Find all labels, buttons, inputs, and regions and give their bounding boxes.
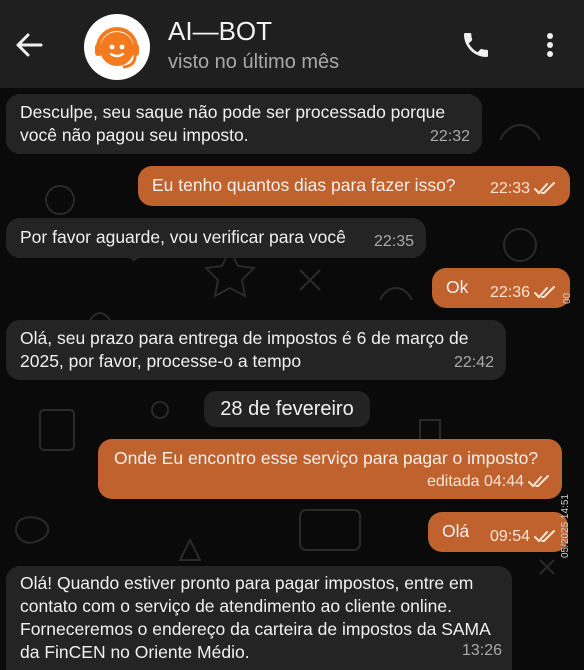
message-text: Por favor aguarde, vou verificar para vo…: [20, 227, 346, 247]
side-timestamp: 05/2025 14:51: [560, 494, 571, 558]
double-check-icon: [534, 285, 555, 299]
arrow-left-icon[interactable]: [14, 30, 44, 60]
message-time-value: 04:44: [483, 473, 524, 490]
message-text: Desculpe, seu saque não pode ser process…: [20, 102, 446, 145]
side-stamp-small: 00: [562, 292, 573, 304]
message-text: Olá! Quando estiver pronto para pagar im…: [20, 573, 490, 662]
phone-icon[interactable]: [460, 29, 492, 61]
message-bubble[interactable]: Ok 22:36: [432, 268, 570, 308]
message-time: 09:54: [490, 525, 558, 548]
message-time: 22:42: [453, 354, 494, 371]
message-text: Eu tenho quantos dias para fazer isso?: [152, 175, 456, 195]
chat-header: AI—BOT visto no último mês: [0, 0, 584, 88]
headset-bot-icon: [95, 27, 139, 69]
message-text: Olá: [442, 521, 470, 541]
contact-name[interactable]: AI—BOT: [168, 16, 272, 47]
edited-label: editada: [427, 473, 480, 490]
more-vertical-icon[interactable]: [536, 29, 564, 61]
message-time: 22:33: [490, 177, 558, 200]
message-text: Onde Eu encontro esse serviço para pagar…: [114, 448, 539, 468]
message-text: Ok: [446, 277, 469, 297]
double-check-icon: [534, 529, 555, 543]
message-bubble[interactable]: Onde Eu encontro esse serviço para pagar…: [98, 439, 562, 499]
date-separator: 28 de fevereiro: [204, 391, 370, 427]
message-time-value: 22:36: [489, 284, 530, 301]
message-time: 22:36: [490, 281, 558, 304]
message-time: 13:26: [461, 642, 502, 659]
message-time: editada 04:44: [427, 470, 552, 493]
double-check-icon: [534, 181, 555, 195]
message-bubble[interactable]: Olá! Quando estiver pronto para pagar im…: [6, 566, 512, 670]
avatar[interactable]: [84, 14, 150, 80]
message-bubble[interactable]: Olá, seu prazo para entrega de impostos …: [6, 320, 506, 380]
double-check-icon: [528, 474, 549, 488]
message-bubble[interactable]: Olá 09:54: [428, 512, 568, 552]
message-time-value: 22:33: [489, 180, 530, 197]
message-bubble[interactable]: Desculpe, seu saque não pode ser process…: [6, 94, 482, 154]
message-bubble[interactable]: Por favor aguarde, vou verificar para vo…: [6, 218, 426, 258]
message-bubble[interactable]: Eu tenho quantos dias para fazer isso? 2…: [138, 166, 570, 206]
last-seen-status: visto no último mês: [168, 51, 340, 73]
message-text: Olá, seu prazo para entrega de impostos …: [20, 328, 469, 371]
message-time-value: 09:54: [489, 528, 530, 545]
message-time: 22:32: [429, 128, 470, 145]
message-time: 22:35: [373, 233, 414, 250]
